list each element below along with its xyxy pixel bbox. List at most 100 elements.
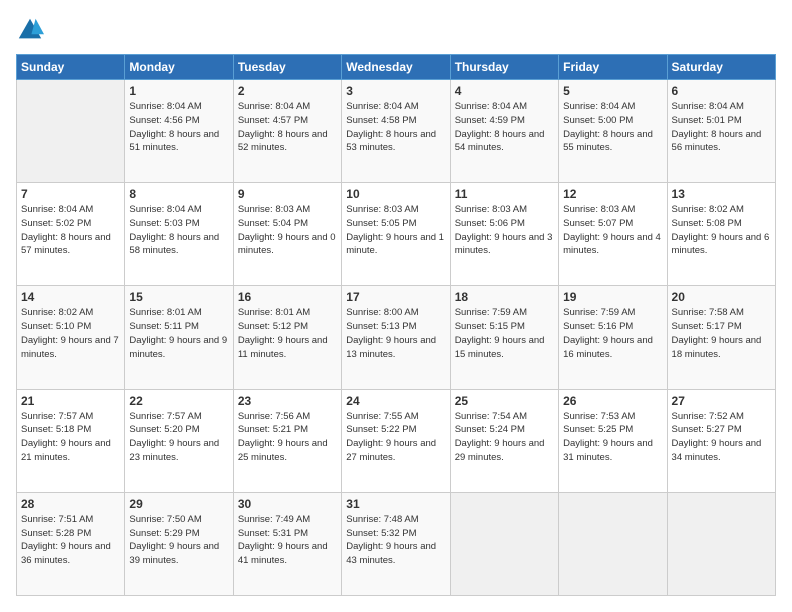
- calendar-cell: 21 Sunrise: 7:57 AMSunset: 5:18 PMDayligh…: [17, 389, 125, 492]
- calendar-cell: 2 Sunrise: 8:04 AMSunset: 4:57 PMDaylight…: [233, 80, 341, 183]
- day-number: 7: [21, 187, 120, 201]
- calendar-cell: 9 Sunrise: 8:03 AMSunset: 5:04 PMDaylight…: [233, 183, 341, 286]
- day-info: Sunrise: 7:50 AMSunset: 5:29 PMDaylight:…: [129, 513, 228, 568]
- day-number: 9: [238, 187, 337, 201]
- weekday-header: Saturday: [667, 55, 775, 80]
- calendar-cell: 23 Sunrise: 7:56 AMSunset: 5:21 PMDayligh…: [233, 389, 341, 492]
- day-info: Sunrise: 8:03 AMSunset: 5:06 PMDaylight:…: [455, 203, 554, 258]
- calendar-week-row: 1 Sunrise: 8:04 AMSunset: 4:56 PMDaylight…: [17, 80, 776, 183]
- calendar-cell: 12Sunrise: 8:03 AMSunset: 5:07 PMDayligh…: [559, 183, 667, 286]
- calendar-cell: [450, 492, 558, 595]
- weekday-header-row: SundayMondayTuesdayWednesdayThursdayFrid…: [17, 55, 776, 80]
- calendar-cell: 14 Sunrise: 8:02 AMSunset: 5:10 PMDayligh…: [17, 286, 125, 389]
- day-info: Sunrise: 8:04 AMSunset: 5:02 PMDaylight:…: [21, 203, 120, 258]
- calendar-cell: 26 Sunrise: 7:53 AMSunset: 5:25 PMDayligh…: [559, 389, 667, 492]
- day-number: 2: [238, 84, 337, 98]
- calendar-cell: 30 Sunrise: 7:49 AMSunset: 5:31 PMDayligh…: [233, 492, 341, 595]
- day-number: 19: [563, 290, 662, 304]
- calendar-cell: 19 Sunrise: 7:59 AMSunset: 5:16 PMDayligh…: [559, 286, 667, 389]
- calendar-week-row: 14 Sunrise: 8:02 AMSunset: 5:10 PMDayligh…: [17, 286, 776, 389]
- day-number: 15: [129, 290, 228, 304]
- weekday-header: Friday: [559, 55, 667, 80]
- calendar-cell: 22 Sunrise: 7:57 AMSunset: 5:20 PMDayligh…: [125, 389, 233, 492]
- calendar-cell: 10 Sunrise: 8:03 AMSunset: 5:05 PMDayligh…: [342, 183, 450, 286]
- calendar-table: SundayMondayTuesdayWednesdayThursdayFrid…: [16, 54, 776, 596]
- calendar-cell: [559, 492, 667, 595]
- day-number: 21: [21, 394, 120, 408]
- calendar-cell: 25Sunrise: 7:54 AMSunset: 5:24 PMDayligh…: [450, 389, 558, 492]
- day-info: Sunrise: 8:04 AMSunset: 5:01 PMDaylight:…: [672, 100, 771, 155]
- calendar-cell: 28 Sunrise: 7:51 AMSunset: 5:28 PMDayligh…: [17, 492, 125, 595]
- day-number: 29: [129, 497, 228, 511]
- calendar-cell: 29 Sunrise: 7:50 AMSunset: 5:29 PMDayligh…: [125, 492, 233, 595]
- day-number: 18: [455, 290, 554, 304]
- day-number: 11: [455, 187, 554, 201]
- day-number: 8: [129, 187, 228, 201]
- day-info: Sunrise: 7:57 AMSunset: 5:20 PMDaylight:…: [129, 410, 228, 465]
- day-number: 14: [21, 290, 120, 304]
- day-number: 1: [129, 84, 228, 98]
- day-number: 10: [346, 187, 445, 201]
- day-number: 25: [455, 394, 554, 408]
- calendar-week-row: 7 Sunrise: 8:04 AMSunset: 5:02 PMDaylight…: [17, 183, 776, 286]
- day-number: 20: [672, 290, 771, 304]
- day-info: Sunrise: 7:58 AMSunset: 5:17 PMDaylight:…: [672, 306, 771, 361]
- calendar-cell: [667, 492, 775, 595]
- calendar-cell: 11 Sunrise: 8:03 AMSunset: 5:06 PMDayligh…: [450, 183, 558, 286]
- day-number: 4: [455, 84, 554, 98]
- day-info: Sunrise: 7:57 AMSunset: 5:18 PMDaylight:…: [21, 410, 120, 465]
- day-number: 6: [672, 84, 771, 98]
- day-number: 24: [346, 394, 445, 408]
- day-info: Sunrise: 7:55 AMSunset: 5:22 PMDaylight:…: [346, 410, 445, 465]
- weekday-header: Wednesday: [342, 55, 450, 80]
- calendar-cell: 15 Sunrise: 8:01 AMSunset: 5:11 PMDayligh…: [125, 286, 233, 389]
- day-info: Sunrise: 8:03 AMSunset: 5:05 PMDaylight:…: [346, 203, 445, 258]
- day-info: Sunrise: 8:03 AMSunset: 5:04 PMDaylight:…: [238, 203, 337, 258]
- calendar-cell: 6 Sunrise: 8:04 AMSunset: 5:01 PMDaylight…: [667, 80, 775, 183]
- calendar-week-row: 28 Sunrise: 7:51 AMSunset: 5:28 PMDayligh…: [17, 492, 776, 595]
- day-info: Sunrise: 8:02 AMSunset: 5:10 PMDaylight:…: [21, 306, 120, 361]
- day-number: 17: [346, 290, 445, 304]
- day-info: Sunrise: 8:03 AMSunset: 5:07 PMDaylight:…: [563, 203, 662, 258]
- weekday-header: Thursday: [450, 55, 558, 80]
- day-info: Sunrise: 7:59 AMSunset: 5:16 PMDaylight:…: [563, 306, 662, 361]
- logo: [16, 16, 48, 44]
- calendar-cell: 3Sunrise: 8:04 AMSunset: 4:58 PMDaylight…: [342, 80, 450, 183]
- day-info: Sunrise: 7:59 AMSunset: 5:15 PMDaylight:…: [455, 306, 554, 361]
- calendar-cell: 1 Sunrise: 8:04 AMSunset: 4:56 PMDaylight…: [125, 80, 233, 183]
- day-number: 27: [672, 394, 771, 408]
- day-number: 30: [238, 497, 337, 511]
- day-number: 26: [563, 394, 662, 408]
- calendar-cell: 24 Sunrise: 7:55 AMSunset: 5:22 PMDayligh…: [342, 389, 450, 492]
- logo-icon: [16, 16, 44, 44]
- weekday-header: Sunday: [17, 55, 125, 80]
- day-number: 22: [129, 394, 228, 408]
- weekday-header: Tuesday: [233, 55, 341, 80]
- calendar-cell: 27 Sunrise: 7:52 AMSunset: 5:27 PMDayligh…: [667, 389, 775, 492]
- day-number: 5: [563, 84, 662, 98]
- day-info: Sunrise: 7:49 AMSunset: 5:31 PMDaylight:…: [238, 513, 337, 568]
- day-number: 28: [21, 497, 120, 511]
- calendar-cell: 5Sunrise: 8:04 AMSunset: 5:00 PMDaylight…: [559, 80, 667, 183]
- calendar-cell: 4 Sunrise: 8:04 AMSunset: 4:59 PMDaylight…: [450, 80, 558, 183]
- day-number: 13: [672, 187, 771, 201]
- day-info: Sunrise: 7:53 AMSunset: 5:25 PMDaylight:…: [563, 410, 662, 465]
- calendar-cell: 20 Sunrise: 7:58 AMSunset: 5:17 PMDayligh…: [667, 286, 775, 389]
- day-info: Sunrise: 8:04 AMSunset: 5:03 PMDaylight:…: [129, 203, 228, 258]
- day-info: Sunrise: 7:52 AMSunset: 5:27 PMDaylight:…: [672, 410, 771, 465]
- day-info: Sunrise: 7:51 AMSunset: 5:28 PMDaylight:…: [21, 513, 120, 568]
- day-info: Sunrise: 8:01 AMSunset: 5:12 PMDaylight:…: [238, 306, 337, 361]
- day-number: 23: [238, 394, 337, 408]
- day-info: Sunrise: 8:01 AMSunset: 5:11 PMDaylight:…: [129, 306, 228, 361]
- calendar-cell: 7 Sunrise: 8:04 AMSunset: 5:02 PMDaylight…: [17, 183, 125, 286]
- day-number: 31: [346, 497, 445, 511]
- day-info: Sunrise: 8:04 AMSunset: 4:59 PMDaylight:…: [455, 100, 554, 155]
- day-info: Sunrise: 7:56 AMSunset: 5:21 PMDaylight:…: [238, 410, 337, 465]
- day-info: Sunrise: 8:04 AMSunset: 4:57 PMDaylight:…: [238, 100, 337, 155]
- day-info: Sunrise: 8:04 AMSunset: 4:56 PMDaylight:…: [129, 100, 228, 155]
- calendar-cell: 31 Sunrise: 7:48 AMSunset: 5:32 PMDayligh…: [342, 492, 450, 595]
- day-info: Sunrise: 7:48 AMSunset: 5:32 PMDaylight:…: [346, 513, 445, 568]
- calendar-cell: 17Sunrise: 8:00 AMSunset: 5:13 PMDayligh…: [342, 286, 450, 389]
- day-number: 16: [238, 290, 337, 304]
- calendar-cell: 8 Sunrise: 8:04 AMSunset: 5:03 PMDaylight…: [125, 183, 233, 286]
